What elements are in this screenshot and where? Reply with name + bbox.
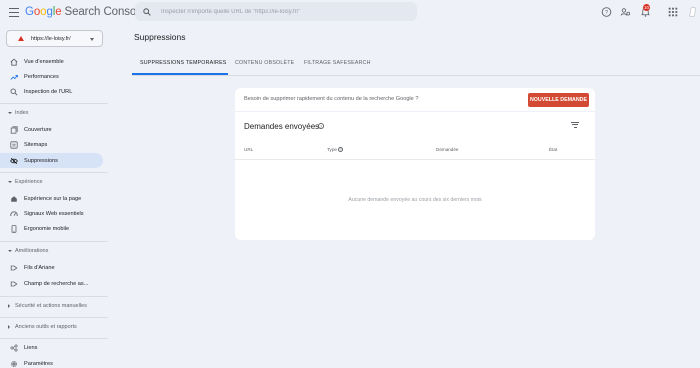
sidebar-divider — [0, 296, 108, 297]
experience-icon — [11, 195, 17, 202]
sidebar-item-label: Sitemaps — [24, 141, 48, 148]
property-url: https://le-loisy.fr/ — [31, 35, 71, 42]
help-circle-icon[interactable]: ? — [318, 123, 324, 129]
sidebar-item-label: Paramètres — [24, 360, 53, 367]
sidebar-item-performance[interactable]: Performances — [0, 69, 103, 84]
column-header-status[interactable]: État — [549, 147, 557, 152]
sitemap-icon — [10, 140, 18, 149]
trending-up-icon — [10, 74, 18, 80]
expand-icon — [8, 304, 10, 308]
banner-message: Besoin de supprimer rapidement du conten… — [244, 96, 419, 102]
sidebar: https://le-loisy.fr/ Vue d'ensemble Perf… — [0, 26, 108, 368]
sidebar-item-breadcrumbs[interactable]: Fils d'Ariane — [0, 260, 103, 275]
product-name: Search Console — [64, 6, 146, 18]
breadcrumb-icon — [10, 265, 18, 270]
search-icon — [10, 88, 18, 96]
sidebar-divider — [0, 172, 108, 173]
section-heading: Sécurité et actions manuelles — [15, 303, 87, 309]
manage-users-icon[interactable] — [620, 5, 631, 19]
section-heading: Anciens outils et rapports — [15, 324, 77, 330]
tab-outdated-content[interactable]: CONTENU OBSOLÈTE — [235, 60, 294, 79]
tabs-divider — [132, 75, 700, 76]
sidebar-item-overview[interactable]: Vue d'ensemble — [0, 54, 103, 69]
new-request-button[interactable]: NOUVELLE DEMANDE — [528, 93, 589, 107]
mobile-icon — [11, 224, 17, 233]
home-icon — [10, 58, 18, 66]
column-header-type[interactable]: Type — [327, 147, 337, 152]
tab-safesearch-filtering[interactable]: FILTRAGE SAFESEARCH — [304, 60, 371, 79]
sidebar-item-label: Fils d'Ariane — [24, 264, 55, 271]
top-bar: GoogleSearch Console ? 10 — [0, 0, 700, 26]
requests-card: Demandes envoyées ? URL Type ? Demandée … — [235, 112, 595, 240]
sidebar-item-links[interactable]: Liens — [0, 340, 103, 355]
table-header-divider — [235, 159, 595, 160]
sidebar-item-label: Performances — [24, 73, 59, 80]
sidebar-item-label: Suppressions — [24, 157, 58, 164]
expand-icon — [8, 325, 10, 329]
eye-off-icon — [10, 157, 18, 164]
google-wordmark: Google — [25, 6, 62, 18]
sidebar-divider — [0, 241, 108, 242]
sidebar-item-mobile-usability[interactable]: Ergonomie mobile — [0, 221, 103, 236]
sidebar-item-core-web-vitals[interactable]: Signaux Web essentiels — [0, 206, 103, 221]
collapse-icon — [8, 181, 12, 183]
speed-icon — [10, 210, 18, 216]
sidebar-item-label: Champ de recherche as... — [24, 280, 89, 287]
section-heading: Expérience — [15, 179, 43, 185]
sidebar-item-page-experience[interactable]: Expérience sur la page — [0, 191, 103, 206]
card-title: Demandes envoyées — [244, 122, 320, 131]
sidebar-item-label: Couverture — [24, 126, 52, 133]
section-heading: Améliorations — [15, 248, 49, 254]
property-selector[interactable]: https://le-loisy.fr/ — [6, 30, 103, 47]
sidebar-divider — [0, 338, 108, 339]
sidebar-item-coverage[interactable]: Couverture — [0, 122, 103, 137]
sidebar-item-label: Ergonomie mobile — [24, 225, 70, 232]
apps-grid-icon[interactable] — [668, 5, 678, 19]
sidebar-item-label: Expérience sur la page — [24, 195, 82, 202]
coverage-icon — [10, 125, 18, 134]
column-header-url[interactable]: URL — [244, 147, 253, 152]
account-avatar-icon[interactable] — [689, 5, 696, 19]
sidebar-item-label: Inspection de l'URL — [24, 88, 73, 95]
sidebar-item-sitelinks-searchbox[interactable]: Champ de recherche as... — [0, 276, 103, 291]
sidebar-divider — [0, 103, 108, 104]
search-icon — [143, 7, 151, 16]
google-search-console-logo[interactable]: Google Search Console — [25, 6, 145, 18]
notifications-count-badge: 10 — [643, 4, 650, 11]
page-title: Suppressions — [134, 32, 186, 42]
filter-icon[interactable] — [571, 122, 579, 128]
sidebar-item-label: Signaux Web essentiels — [24, 210, 84, 217]
chevron-down-icon — [90, 38, 94, 41]
property-favicon — [18, 36, 24, 41]
help-icon[interactable]: ? — [601, 5, 612, 19]
tab-temporary-removals[interactable]: SUPPRESSIONS TEMPORAIRES — [140, 60, 227, 79]
sidebar-item-label: Vue d'ensemble — [24, 58, 64, 65]
sidebar-divider — [0, 317, 108, 318]
hamburger-menu-icon[interactable] — [9, 8, 19, 17]
section-heading: Index — [15, 110, 29, 116]
url-inspection-search[interactable] — [135, 2, 417, 21]
sidebar-item-removals[interactable]: Suppressions — [0, 153, 103, 168]
sitelinks-search-icon — [10, 281, 18, 286]
sidebar-item-sitemaps[interactable]: Sitemaps — [0, 137, 103, 152]
sidebar-item-settings[interactable]: Paramètres — [0, 356, 103, 368]
gear-icon — [11, 360, 17, 367]
collapse-icon — [8, 250, 12, 252]
links-icon — [10, 344, 18, 351]
search-input[interactable] — [161, 8, 401, 15]
collapse-icon — [8, 112, 12, 114]
svg-text:?: ? — [605, 10, 608, 16]
help-circle-icon[interactable]: ? — [338, 146, 343, 152]
empty-state-message: Aucune demande envoyée au cours des six … — [348, 197, 482, 203]
sidebar-item-url-inspection[interactable]: Inspection de l'URL — [0, 84, 103, 99]
sidebar-item-label: Liens — [24, 344, 38, 351]
column-header-requested[interactable]: Demandée — [436, 147, 458, 152]
